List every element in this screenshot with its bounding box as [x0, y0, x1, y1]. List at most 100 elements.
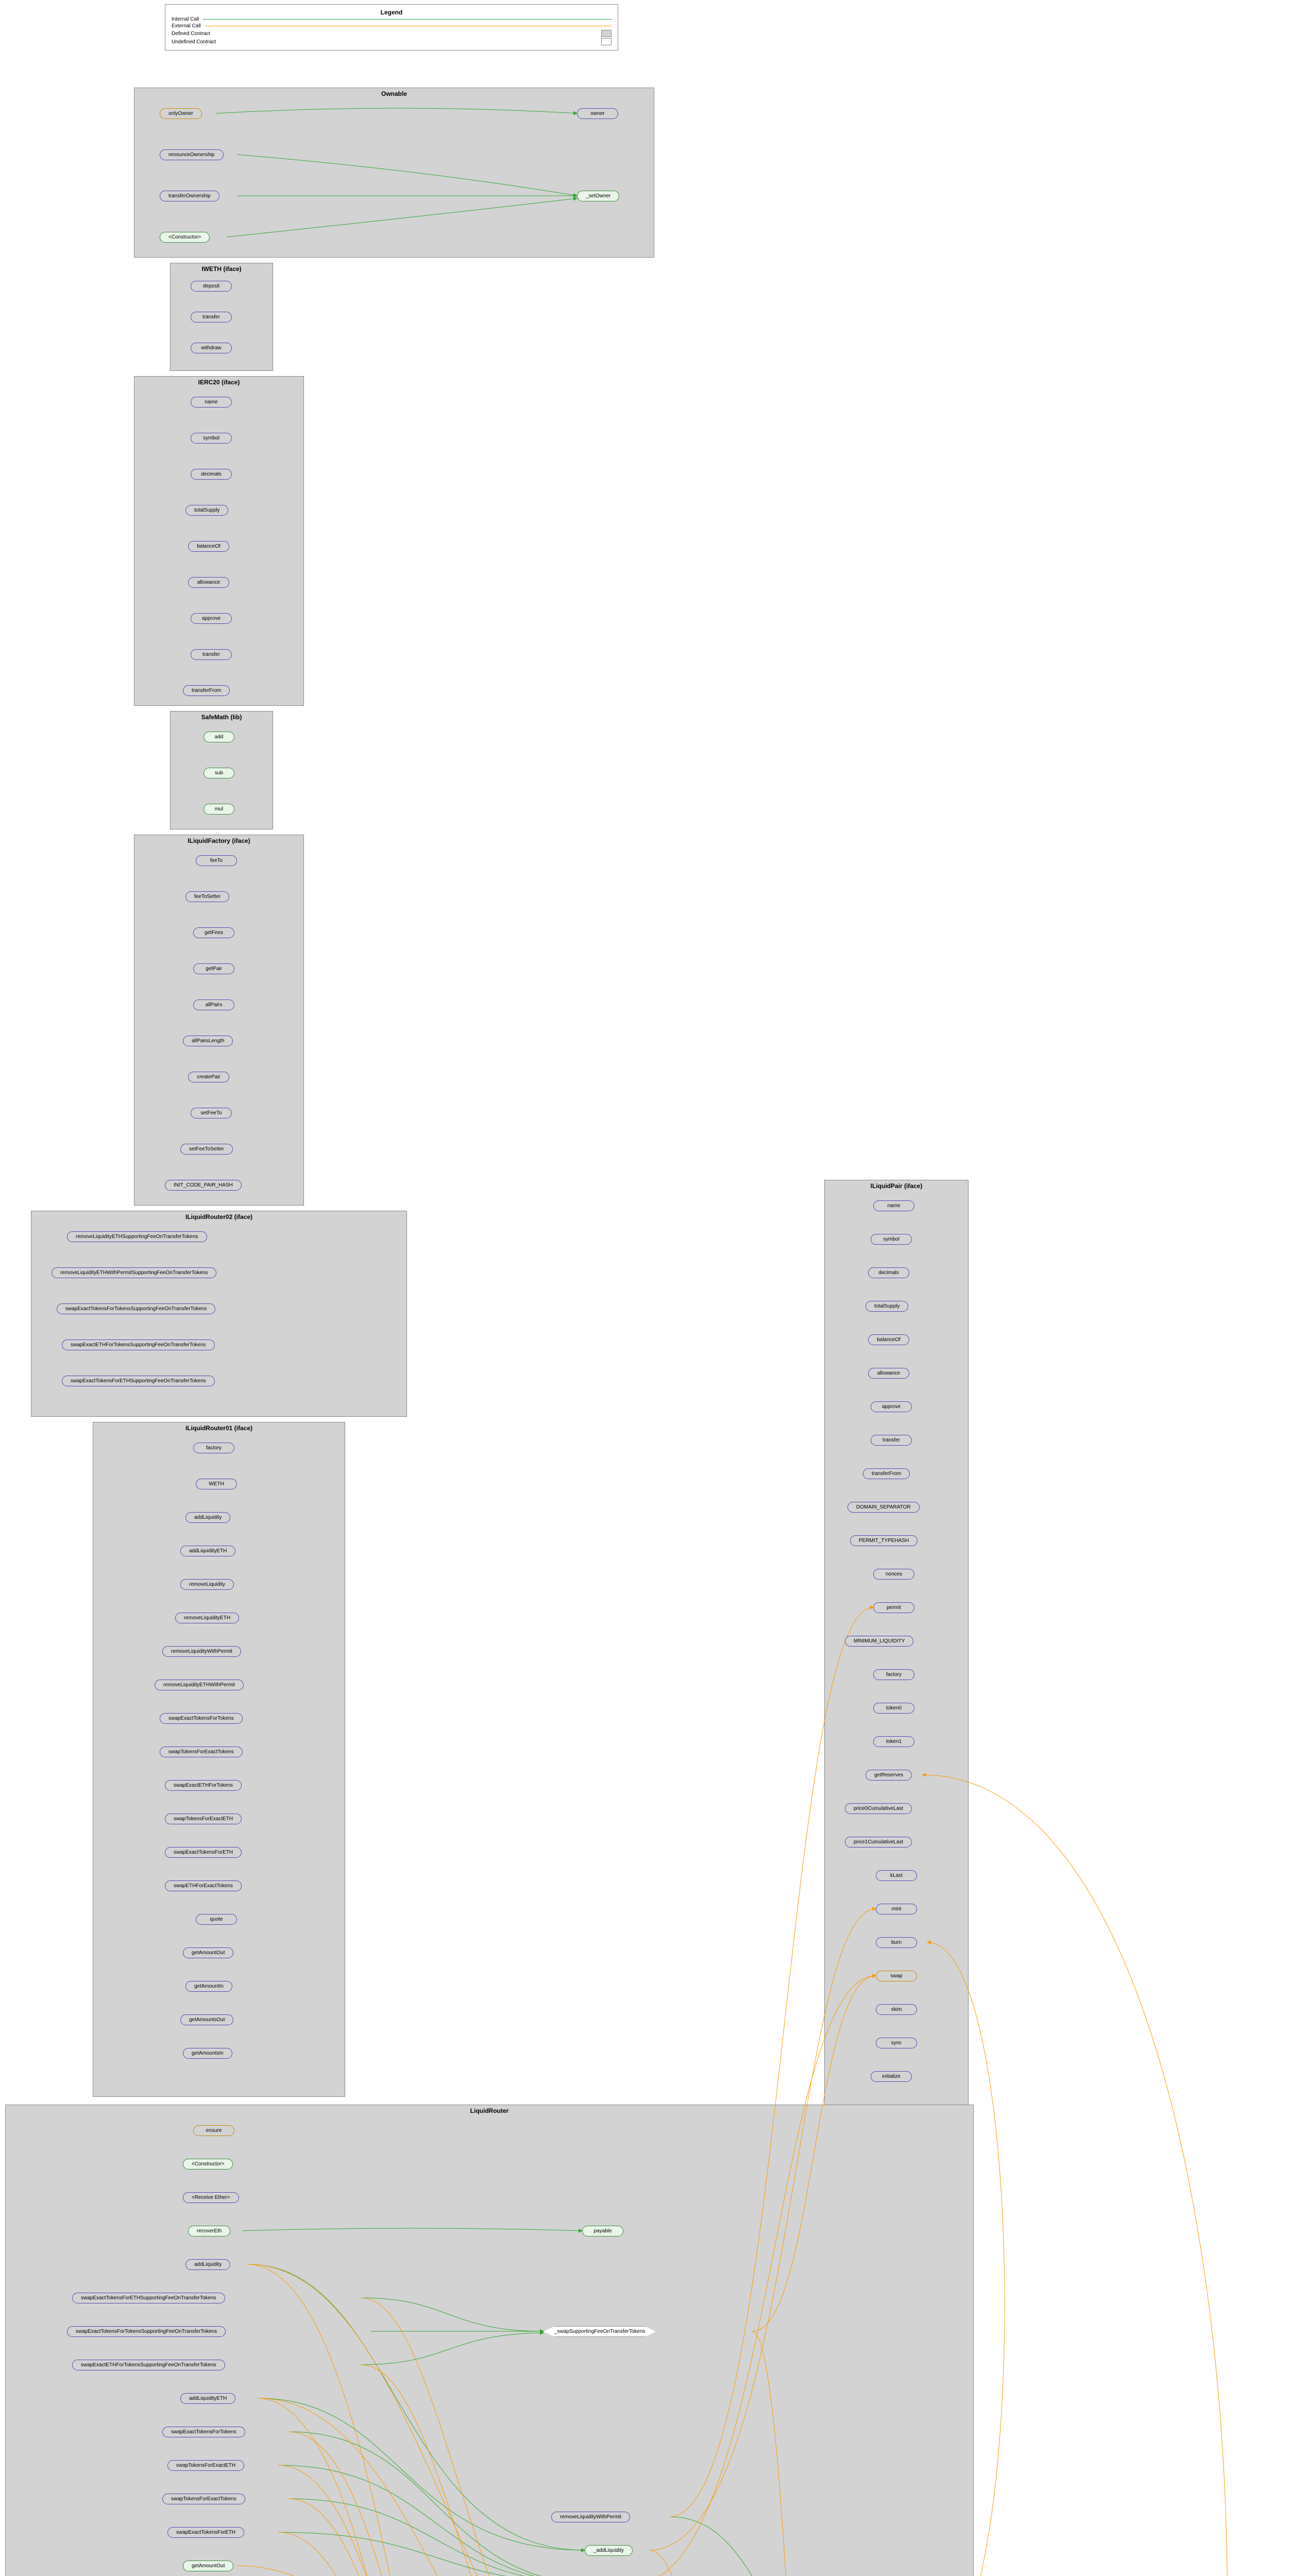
node-ilqr02-3: swapExactTokensForTokensSupportingFeeOnT…	[57, 1303, 215, 1314]
cluster-title-iweth: IWETH (iface)	[173, 265, 270, 273]
node-ilqfactory-allpairs: allPairs	[193, 999, 234, 1010]
node-ilqr01-removeliqeth: removeLiquidityETH	[175, 1613, 239, 1623]
node-ierc20-balanceof: balanceOf	[188, 541, 229, 552]
node-ilqpair-totalsupply: totalSupply	[865, 1301, 908, 1312]
legend-line-internal	[203, 19, 612, 20]
node-ilqpair-minliq: MINIMUM_LIQUIDITY	[845, 1636, 913, 1647]
node-ilqpair-factory: factory	[873, 1669, 914, 1680]
cluster-liquidrouter: LiquidRouter	[5, 2105, 974, 2576]
node-lr-recovereth: recoverEth	[188, 2226, 230, 2236]
node-transferownership: transferOwnership	[160, 191, 219, 201]
cluster-title-safemath: SafeMath (lib)	[173, 714, 270, 721]
node-ilqfactory-initcode: INIT_CODE_PAIR_HASH	[165, 1180, 242, 1191]
cluster-title-ownable: Ownable	[137, 90, 652, 97]
node-iweth-withdraw: withdraw	[191, 343, 232, 353]
legend-title: Legend	[172, 9, 612, 16]
node-lr-payable: payable	[582, 2226, 623, 2236]
cluster-title-liquidrouter: LiquidRouter	[8, 2107, 971, 2114]
node-ilqpair-allowance: allowance	[868, 1368, 909, 1379]
node-ilqpair-klast: kLast	[876, 1870, 917, 1881]
cluster-title-ilqfactory: ILiquidFactory (iface)	[137, 837, 301, 844]
legend-box-defined	[601, 30, 612, 37]
node-ilqpair-getreserves: getReserves	[865, 1770, 912, 1781]
cluster-title-ilqrouter01: ILiquidRouter01 (iface)	[95, 1425, 343, 1432]
cluster-ownable: Ownable	[134, 88, 654, 258]
node-ierc20-decimals: decimals	[191, 469, 232, 480]
node-ilqpair-initialize: initialize	[871, 2071, 912, 2082]
node-ierc20-approve: approve	[191, 613, 232, 624]
node-lr-swapfee: _swapSupportingFeeOnTransferTokens	[544, 2326, 656, 2337]
node-ilqr01-swapethexact: swapETHForExactTokens	[165, 1880, 242, 1891]
node-ilqr01-quote: quote	[196, 1914, 237, 1925]
node-ierc20-allowance: allowance	[188, 577, 229, 588]
node-ilqpair-nonces: nonces	[873, 1569, 914, 1580]
node-ilqpair-transfer: transfer	[871, 1435, 912, 1446]
node-safemath-sub: sub	[203, 768, 234, 778]
node-lr-addliquidity: addLiquidity	[185, 2259, 230, 2270]
node-ierc20-transferfrom: transferFrom	[183, 685, 230, 696]
node-ilqr01-swapexacttokenseth: swapExactTokensForETH	[165, 1847, 242, 1858]
node-ilqr02-1: removeLiquidityETHSupportingFeeOnTransfe…	[67, 1231, 207, 1242]
node-ilqr01-weth: WETH	[196, 1479, 237, 1489]
node-ilqpair-token1: token1	[873, 1736, 914, 1747]
node-renounceownership: renounceOwnership	[160, 149, 224, 160]
node-lr-constructor: <Constructor>	[183, 2159, 233, 2170]
node-ilqfactory-feetosetter: feeToSetter	[185, 891, 229, 902]
node-lr-swapexacttokensforeth: swapExactTokensForETH	[167, 2527, 244, 2538]
legend-defined: Defined Contract	[172, 31, 210, 37]
node-ilqfactory-feeto: feeTo	[196, 855, 237, 866]
legend: Legend Internal Call External Call Defin…	[165, 4, 618, 50]
node-setowner: _setOwner	[577, 191, 619, 201]
node-ilqr01-addliq: addLiquidity	[185, 1512, 230, 1523]
node-lr-swapexacttokensfee: swapExactTokensForTokensSupportingFeeOnT…	[67, 2326, 226, 2337]
legend-external: External Call	[172, 23, 201, 29]
node-lr-ensure: ensure	[193, 2125, 234, 2136]
node-onlyowner: onlyOwner	[160, 108, 202, 119]
node-lr-swapexactethfee: swapExactETHForTokensSupportingFeeOnTran…	[72, 2360, 225, 2370]
node-ilqpair-permithash: PERMIT_TYPEHASH	[850, 1535, 918, 1546]
node-lr-addliq2: _addLiquidity	[585, 2545, 633, 2556]
node-ilqpair-token0: token0	[873, 1703, 914, 1714]
node-ownable-constructor: <Constructor>	[160, 232, 210, 243]
node-lr-addliquidityeth: addLiquidityETH	[180, 2393, 235, 2404]
node-ilqr02-4: swapExactETHForTokensSupportingFeeOnTran…	[62, 1340, 215, 1350]
node-lr-swaptokensforexacteth: swapTokensForExactETH	[167, 2460, 244, 2471]
node-ilqr01-removeliqpermit: removeLiquidityWithPermit	[162, 1646, 241, 1657]
node-ilqr01-getamountin: getAmountIn	[185, 1981, 232, 1992]
node-iweth-transfer: transfer	[191, 312, 232, 323]
node-ilqpair-mint: mint	[876, 1904, 917, 1914]
node-safemath-add: add	[203, 732, 234, 742]
node-ilqr01-swaptokenseth: swapTokensForExactETH	[165, 1814, 242, 1824]
node-lr-swapexacttokensethfee: swapExactTokensForETHSupportingFeeOnTran…	[72, 2293, 225, 2303]
node-lr-removeliqwithpermit: removeLiquidityWithPermit	[551, 2512, 630, 2522]
node-ilqr01-removeliq: removeLiquidity	[180, 1579, 234, 1590]
legend-box-undefined	[601, 38, 612, 45]
node-lr-receiveether: <Receive Ether>	[183, 2192, 239, 2203]
node-iweth-deposit: deposit	[191, 281, 232, 292]
node-ilqfactory-createpair: createPair	[188, 1072, 229, 1082]
node-ilqpair-transferfrom: transferFrom	[863, 1468, 910, 1479]
node-ilqr01-swapexacteth: swapExactETHForTokens	[165, 1780, 242, 1791]
node-ilqpair-skim: skim	[876, 2004, 917, 2015]
node-ilqr01-removeliqethpermit: removeLiquidityETHWithPermit	[155, 1680, 244, 1690]
node-lr-swaptokensforexacttokens: swapTokensForExactTokens	[162, 2494, 245, 2504]
cluster-ilqrouter01: ILiquidRouter01 (iface)	[93, 1422, 345, 2097]
cluster-title-ilqpair: ILiquidPair (iface)	[827, 1182, 966, 1190]
node-lr-swapexacttokensfortokens: swapExactTokensForTokens	[162, 2427, 245, 2437]
node-ilqr01-swapexacttokens: swapExactTokensForTokens	[160, 1713, 243, 1724]
node-ierc20-totalsupply: totalSupply	[185, 505, 228, 516]
node-ilqpair-burn: burn	[876, 1937, 917, 1948]
node-ilqpair-domain: DOMAIN_SEPARATOR	[847, 1502, 920, 1513]
node-ilqr01-swaptokensexact: swapTokensForExactTokens	[160, 1747, 243, 1757]
node-ilqfactory-setfeetosetter: setFeeToSetter	[180, 1144, 233, 1155]
node-ilqr02-2: removeLiquidityETHWithPermitSupportingFe…	[52, 1267, 216, 1278]
node-ilqr01-getamountout: getAmountOut	[183, 1947, 233, 1958]
node-ilqr01-getamountsin: getAmountsIn	[183, 2048, 232, 2059]
cluster-title-ilqrouter02: ILiquidRouter02 (iface)	[33, 1213, 404, 1221]
node-ilqfactory-allpairslength: allPairsLength	[183, 1036, 233, 1046]
node-ilqfactory-setfeeto: setFeeTo	[191, 1108, 232, 1118]
node-ilqpair-swap: swap	[876, 1971, 917, 1981]
node-ilqr01-addliqeth: addLiquidityETH	[180, 1546, 235, 1556]
node-ierc20-transfer: transfer	[191, 649, 232, 660]
legend-undefined: Undefined Contract	[172, 39, 216, 45]
